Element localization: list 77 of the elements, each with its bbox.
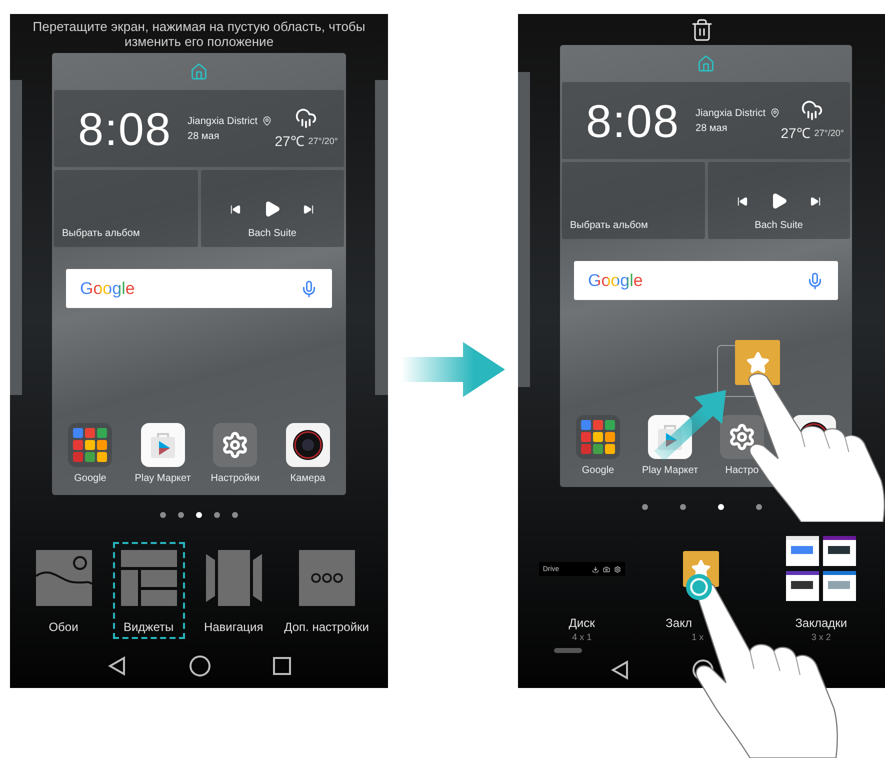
- widget-title: Закл: [664, 616, 692, 630]
- location-pin-icon: [262, 116, 272, 126]
- more-dots-icon: [298, 550, 355, 606]
- arrow-right-icon: [400, 342, 506, 397]
- page-dot[interactable]: [232, 512, 238, 518]
- app-label: Камера: [290, 473, 326, 485]
- settings-icon[interactable]: [213, 423, 258, 467]
- download-icon[interactable]: [592, 566, 599, 573]
- edit-option[interactable]: Доп. настройки: [276, 542, 377, 639]
- page-dot[interactable]: [196, 512, 202, 518]
- previous-icon[interactable]: [736, 196, 748, 207]
- search-bar[interactable]: Google: [66, 269, 332, 308]
- date-text: 28 мая: [696, 122, 728, 134]
- page-dot[interactable]: [756, 504, 762, 510]
- app-label: Google: [74, 473, 106, 485]
- page-transition-icon: [206, 550, 262, 606]
- trash-icon[interactable]: [690, 18, 714, 42]
- edit-option[interactable]: Виджеты: [112, 542, 185, 639]
- search-logo: Google: [80, 278, 135, 298]
- wallpaper-icon: [36, 550, 92, 606]
- camera-icon[interactable]: [602, 566, 610, 573]
- album-label[interactable]: Выбрать альбом: [62, 228, 190, 239]
- widget-size: 1 x: [690, 632, 704, 642]
- search-bar[interactable]: Google: [574, 261, 838, 300]
- clock-time: 8:08: [78, 102, 172, 156]
- location-pin-icon: [770, 108, 780, 118]
- page-dot[interactable]: [214, 512, 220, 518]
- page-dot[interactable]: [642, 504, 648, 510]
- date-text: 28 мая: [188, 130, 220, 142]
- app-label: Google: [582, 465, 614, 478]
- location-text: Jiangxia District: [696, 108, 766, 119]
- app-label: Настройки: [210, 473, 260, 485]
- app-label: Настро: [725, 465, 759, 478]
- bookmarks-preview-drawing[interactable]: [786, 536, 856, 602]
- microphone-icon[interactable]: [806, 272, 824, 290]
- track-title: Bach Suite: [754, 220, 803, 232]
- temperature-text: 27℃: [274, 132, 304, 150]
- clock-time: 8:08: [586, 94, 680, 148]
- app-label: Play Маркет: [642, 465, 698, 478]
- widget-title: Закладки: [795, 616, 848, 630]
- next-icon[interactable]: [810, 196, 821, 207]
- app-folder-icon[interactable]: [68, 423, 112, 467]
- home-circle-icon[interactable]: [189, 655, 211, 677]
- widget-size: 4 x 1: [572, 632, 592, 642]
- back-icon[interactable]: [107, 656, 127, 676]
- location-text: Jiangxia District: [188, 116, 258, 126]
- temperature-range: 27°/20°: [308, 136, 338, 146]
- back-icon[interactable]: [610, 660, 630, 680]
- track-title: Bach Suite: [248, 228, 296, 239]
- settings-icon[interactable]: [614, 566, 621, 573]
- star-tile-icon[interactable]: [735, 340, 780, 385]
- store-bag-icon[interactable]: [140, 423, 185, 467]
- camera-lens-icon[interactable]: [286, 423, 330, 467]
- page-dot[interactable]: [160, 512, 166, 518]
- temperature-range: 27°/20°: [814, 128, 844, 138]
- edit-option[interactable]: Навигация: [196, 542, 272, 639]
- recents-square-icon[interactable]: [273, 657, 291, 675]
- app-label: Play Маркет: [134, 473, 191, 485]
- album-label[interactable]: Выбрать альбом: [570, 220, 696, 232]
- app-folder-icon[interactable]: [576, 415, 620, 460]
- next-icon[interactable]: [303, 204, 314, 214]
- microphone-icon[interactable]: [300, 280, 318, 298]
- widgets-layout-icon: [120, 550, 177, 606]
- temperature-text: 27℃: [780, 124, 810, 142]
- widget-size: 3 x 2: [811, 632, 831, 642]
- page-dot[interactable]: [718, 504, 724, 510]
- page-dot[interactable]: [178, 512, 184, 518]
- cloud-rain-icon: [295, 107, 318, 129]
- play-icon[interactable]: [263, 200, 282, 218]
- search-logo: Google: [588, 270, 643, 291]
- page-dot[interactable]: [680, 504, 686, 510]
- hint-text: Перетащите экран, нажимая на пустую область, чтобы изменить его положение: [32, 18, 366, 48]
- widget-title: Диск: [568, 616, 595, 630]
- previous-icon[interactable]: [230, 204, 242, 214]
- cloud-rain-icon: [801, 99, 824, 122]
- drag-handle[interactable]: [554, 648, 582, 652]
- edit-option[interactable]: Обои: [28, 542, 100, 639]
